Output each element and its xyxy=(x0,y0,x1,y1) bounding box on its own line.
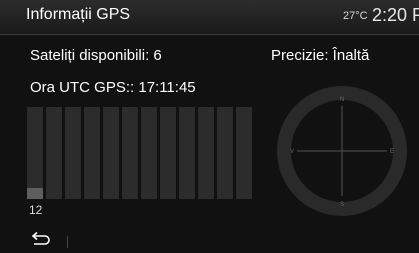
clock-display: 2:20 PM xyxy=(372,5,419,25)
satellites-available: Sateliți disponibili: 6 xyxy=(30,47,162,64)
satellite-signal-bar xyxy=(236,107,252,199)
satellite-signal-level xyxy=(27,188,43,199)
utc-time: Ora UTC GPS:: 17:11:45 xyxy=(30,79,196,96)
temperature-display: 27°C xyxy=(343,10,368,22)
satellite-signal-bar xyxy=(46,107,62,199)
compass-south-label: S xyxy=(340,202,344,208)
satellite-signal-bar xyxy=(122,107,138,199)
precision-status: Precizie: Înaltă xyxy=(271,47,370,64)
satellite-position-compass: N E S V xyxy=(277,86,407,216)
satellite-number-label: 12 xyxy=(29,203,43,217)
header-bar: Informații GPS 27°C 2:20 PM xyxy=(0,0,419,35)
satellite-signal-bar xyxy=(84,107,100,199)
compass-east-label: E xyxy=(390,149,394,155)
satellite-signal-bar xyxy=(65,107,81,199)
gps-info-panel: Sateliți disponibili: 6 Precizie: Înaltă… xyxy=(0,35,419,253)
satellite-signal-bar xyxy=(103,107,119,199)
nav-separator xyxy=(67,236,68,248)
satellite-signal-bar xyxy=(141,107,157,199)
compass-west-label: V xyxy=(290,149,294,155)
satellite-signal-bar xyxy=(198,107,214,199)
satellite-signal-bar xyxy=(217,107,233,199)
compass-north-label: N xyxy=(340,97,344,103)
satellite-signal-bar xyxy=(160,107,176,199)
back-arrow-icon[interactable] xyxy=(30,231,52,249)
page-title: Informații GPS xyxy=(26,6,131,23)
satellite-signal-bar xyxy=(179,107,195,199)
satellite-signal-bar xyxy=(27,107,43,199)
